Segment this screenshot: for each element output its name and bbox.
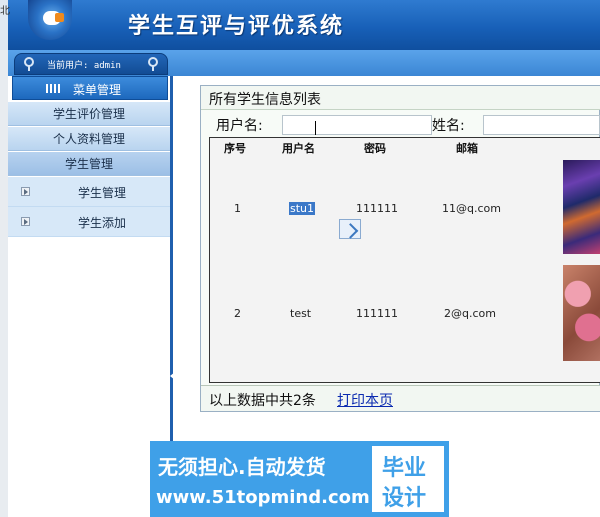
student-table — [209, 137, 600, 383]
app-window: 北 学生互评与评优系统 当前用户: admin 菜单管理 学生评价管理 个人资料… — [0, 0, 600, 517]
left-edge — [0, 50, 8, 517]
collapse-arrow-icon[interactable] — [170, 372, 175, 380]
submenu-label: 学生添加 — [78, 216, 127, 230]
row-email: 2@q.com — [444, 307, 496, 320]
submenu-item-student-manage[interactable]: 学生管理 — [8, 177, 170, 207]
menu-grid-icon — [46, 84, 60, 93]
column-header: 序号 — [224, 142, 246, 155]
submenu-item-student-add[interactable]: 学生添加 — [8, 207, 170, 237]
panel-header: 所有学生信息列表 — [201, 86, 600, 110]
current-user-bar: 当前用户: admin — [14, 53, 168, 75]
sidebar-item-students[interactable]: 学生管理 — [8, 152, 170, 176]
username-input[interactable] — [282, 115, 432, 135]
watermark-banner: 无须担心.自动发货 www.51topmind.com 毕业 设计 — [150, 441, 449, 517]
watermark-url: www.51topmind.com — [156, 487, 370, 508]
submenu-label: 学生管理 — [78, 186, 127, 200]
pin-icon — [24, 57, 34, 71]
app-title: 学生互评与评优系统 — [128, 13, 345, 39]
username-label: 用户名: — [216, 118, 263, 134]
row-username[interactable]: test — [290, 307, 311, 320]
row-index: 1 — [234, 202, 241, 215]
row-password: 111111 — [356, 307, 398, 320]
watermark-slogan: 无须担心.自动发货 — [158, 455, 326, 479]
record-count: 以上数据中共2条 — [209, 393, 316, 409]
search-row: 用户名: 姓名: — [201, 113, 600, 137]
table-footer: 以上数据中共2条 打印本页 — [201, 385, 600, 411]
student-photo — [563, 265, 600, 361]
column-header: 密码 — [364, 142, 386, 155]
drag-link-icon — [339, 219, 361, 239]
current-user-label: 当前用户: admin — [47, 61, 121, 71]
text-cursor — [315, 121, 322, 135]
page-title: 所有学生信息列表 — [209, 92, 321, 108]
window-edge: 北 — [0, 0, 10, 50]
pin-icon — [148, 57, 158, 71]
logo-dot — [55, 13, 64, 22]
arrow-right-icon — [21, 217, 30, 226]
name-label: 姓名: — [432, 118, 465, 134]
row-username[interactable]: stu1 — [289, 202, 316, 215]
sidebar-item-evaluation[interactable]: 学生评价管理 — [8, 102, 170, 126]
arrow-right-icon — [21, 187, 30, 196]
badge-line-1: 毕业 — [382, 456, 427, 481]
menu-header-label: 菜单管理 — [73, 83, 122, 97]
print-link[interactable]: 打印本页 — [337, 390, 393, 410]
row-password: 111111 — [356, 202, 398, 215]
sidebar-item-profile[interactable]: 个人资料管理 — [8, 127, 170, 151]
row-index: 2 — [234, 307, 241, 320]
edge-text: 北 — [0, 6, 10, 17]
column-header: 用户名 — [282, 142, 315, 155]
watermark-badge: 毕业 设计 — [372, 446, 444, 512]
row-email: 11@q.com — [442, 202, 501, 215]
badge-line-2: 设计 — [382, 486, 427, 511]
column-header: 邮箱 — [456, 142, 478, 155]
menu-header: 菜单管理 — [12, 76, 168, 100]
student-photo — [563, 160, 600, 254]
name-input[interactable] — [483, 115, 600, 135]
